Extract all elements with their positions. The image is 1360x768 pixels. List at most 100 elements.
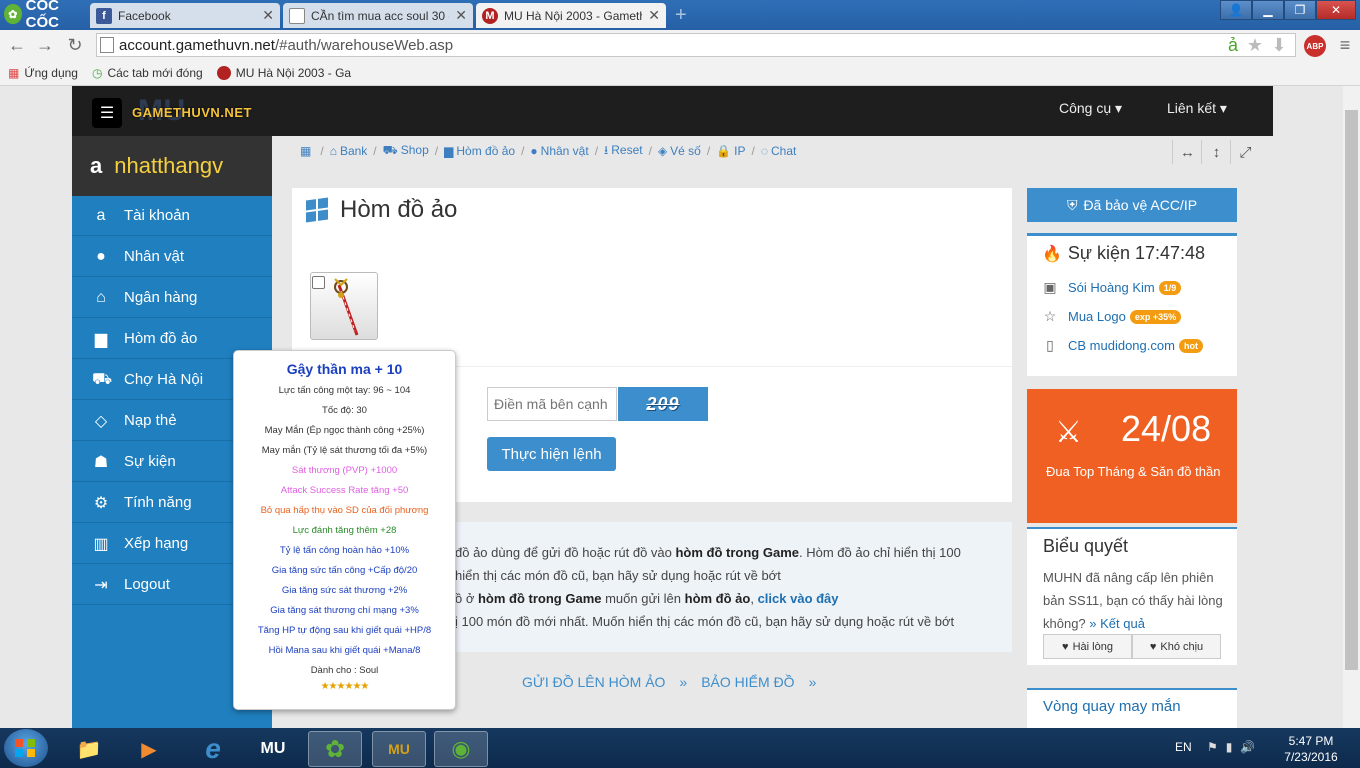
captcha-input[interactable] <box>487 387 617 421</box>
logout-icon: ⇥ <box>94 576 108 594</box>
breadcrumb-link-7[interactable]: 🔒 IP <box>716 144 745 158</box>
item-attribute: Tỷ lệ tấn công hoàn hảo +10% <box>279 545 410 556</box>
language-indicator[interactable]: EN <box>1175 740 1192 754</box>
lucky-wheel-link[interactable]: Vòng quay may mắn <box>1043 698 1181 715</box>
flag-icon[interactable]: ⚑ <box>1207 740 1218 754</box>
download-icon[interactable]: ⬇ <box>1268 34 1290 56</box>
facebook-icon: f <box>96 7 112 24</box>
protected-account-button[interactable]: ⛨ Đã bảo vệ ACC/IP <box>1027 188 1237 222</box>
cogs-icon: ⚙ <box>93 494 109 512</box>
briefcase-icon: ▆ <box>444 144 454 158</box>
close-icon[interactable]: ✕ <box>455 7 467 24</box>
mu-client-taskbar-icon[interactable]: MU <box>372 731 426 767</box>
minimize-button[interactable]: ▁ <box>1252 0 1284 20</box>
ie-taskbar-icon[interactable]: e <box>186 731 240 767</box>
close-window-button[interactable]: ✕ <box>1316 0 1356 20</box>
item-checkbox[interactable] <box>312 276 325 289</box>
explorer-taskbar-icon[interactable]: 📁 <box>62 731 116 767</box>
item-attribute: Gia tăng sức sát thương +2% <box>281 585 408 596</box>
breadcrumb-separator: / <box>521 144 525 158</box>
forward-icon[interactable]: → <box>34 34 56 56</box>
expand-vertical-icon[interactable]: ↕ <box>1201 140 1231 164</box>
android-icon: ☗ <box>93 453 109 471</box>
amazon-icon: a <box>90 153 103 178</box>
sidebar-item-0[interactable]: a Tài khoản <box>72 196 272 236</box>
breadcrumb-link-3[interactable]: ▆ Hòm đồ ảo <box>444 144 515 158</box>
volume-icon[interactable]: 🔊 <box>1240 740 1255 754</box>
poll-unsatisfied-button[interactable]: ♥ Khó chịu <box>1132 634 1221 659</box>
tab-facebook[interactable]: f Facebook ✕ <box>90 3 280 28</box>
menu-icon[interactable]: ≡ <box>1334 34 1356 56</box>
breadcrumb-separator: / <box>751 144 755 158</box>
reload-icon[interactable]: ↻ <box>64 34 86 56</box>
mu-game-taskbar-icon[interactable]: MU <box>246 731 300 767</box>
breadcrumb-link-6[interactable]: ◈ Vé số <box>658 144 701 158</box>
expand-horizontal-icon[interactable]: ↔ <box>1172 140 1202 164</box>
user-panel: a nhatthangv <box>72 136 272 196</box>
close-icon[interactable]: ✕ <box>262 7 274 24</box>
menu-links[interactable]: Liên kết ▾ <box>1167 100 1227 117</box>
user-icon[interactable]: 👤 <box>1220 0 1252 20</box>
close-icon[interactable]: ✕ <box>648 7 660 24</box>
back-icon[interactable]: ← <box>6 34 28 56</box>
breadcrumb-separator: / <box>648 144 652 158</box>
item-rating-stars: ★★★★★★ <box>320 681 370 692</box>
gift-icon: ▣ <box>1043 279 1057 295</box>
send-to-warehouse-link[interactable]: GỬI ĐỒ LÊN HÒM ẢO <box>522 674 665 690</box>
sidebar-item-2[interactable]: ⌂ Ngân hàng <box>72 278 272 318</box>
bookmark-apps[interactable]: ▦ Ứng dụng <box>8 66 78 80</box>
system-tray: ⚑ ▮ 🔊 <box>1207 740 1255 754</box>
new-tab-icon[interactable]: + <box>675 5 695 25</box>
sidebar-item-label: Sự kiện <box>124 453 176 470</box>
breadcrumb-separator: / <box>373 144 377 158</box>
info-line: ồ ở hòm đồ trong Game muốn gửi lên hòm đ… <box>455 591 839 606</box>
bookmark-mu[interactable]: MU Hà Nội 2003 - Ga <box>216 65 351 80</box>
menu-tools[interactable]: Công cụ ▾ <box>1059 100 1122 117</box>
bookmark-recent-tabs[interactable]: ◷ Các tab mới đóng <box>92 66 203 80</box>
restore-button[interactable]: ❐ <box>1284 0 1316 20</box>
breadcrumb-link-2[interactable]: ⛟ Shop <box>383 143 429 159</box>
fullscreen-icon[interactable]: ⤢ <box>1230 140 1260 164</box>
info-line: đồ ảo dùng để gửi đồ hoặc rút đồ vào hòm… <box>455 545 961 560</box>
user-icon: ● <box>96 247 106 265</box>
sidebar-item-1[interactable]: ● Nhân vật <box>72 237 272 277</box>
item-tooltip: Gậy thần ma + 10 Lực tấn công một tay: 9… <box>233 350 456 710</box>
click-here-link[interactable]: click vào đây <box>758 591 839 606</box>
tab-search[interactable]: CẦn tìm mua acc soul 30 c ✕ <box>283 3 473 28</box>
tab-mu-hanoi[interactable]: M MU Hà Nội 2003 - Gameth ✕ <box>476 3 666 28</box>
hamburger-menu-icon[interactable]: ☰ <box>92 98 122 128</box>
translate-icon[interactable]: ả <box>1222 34 1244 56</box>
breadcrumb-label: Reset <box>611 142 643 157</box>
event-item[interactable]: ▯ CB mudidong.com hot <box>1042 337 1203 354</box>
item-attribute: Bỏ qua hấp thụ vào SD của đối phương <box>260 505 429 516</box>
system-clock[interactable]: 5:47 PM 7/23/2016 <box>1276 733 1346 765</box>
breadcrumb-link-0[interactable]: ▦ <box>300 144 314 158</box>
insure-items-link[interactable]: BẢO HIỂM ĐỒ <box>701 674 794 690</box>
poll-title: Biểu quyết <box>1043 536 1129 556</box>
item-attribute: May Mắn (Ép ngọc thành công +25%) <box>264 425 425 436</box>
url-input[interactable]: account.gamethuvn.net/#auth/warehouseWeb… <box>96 33 1296 57</box>
breadcrumb-link-5[interactable]: ⭳ Reset <box>604 141 643 162</box>
breadcrumb-link-8[interactable]: ◌ Chat <box>761 144 797 158</box>
windows-icon <box>15 739 37 757</box>
network-app-taskbar-icon[interactable]: ◉ <box>434 731 488 767</box>
network-icon[interactable]: ▮ <box>1226 740 1233 754</box>
coccoc-taskbar-icon[interactable]: ✿ <box>308 731 362 767</box>
breadcrumb-link-1[interactable]: ⌂ Bank <box>330 144 368 158</box>
event-item[interactable]: ☆ Mua Logo exp +35% <box>1042 308 1182 325</box>
adblock-icon[interactable]: ABP <box>1304 35 1326 57</box>
start-button[interactable] <box>4 729 48 767</box>
scrollbar-thumb[interactable] <box>1345 110 1358 670</box>
breadcrumb-link-4[interactable]: ● Nhân vật <box>530 144 588 158</box>
info-line: hiển thị các món đồ cũ, bạn hãy sử dụng … <box>455 568 781 583</box>
event-date: 24/08 <box>1121 408 1212 449</box>
site-logo[interactable]: MU GAMETHUVN.NET <box>132 94 252 127</box>
poll-satisfied-button[interactable]: ♥ Hài lòng <box>1043 634 1132 659</box>
poll-results-link[interactable]: » Kết quả <box>1089 616 1145 631</box>
event-date-text: Đua Top Tháng & Săn đồ thần <box>1046 464 1221 479</box>
coccoc-menu-button[interactable]: ✿ CỐC CỐC <box>0 0 88 31</box>
star-icon[interactable]: ★ <box>1244 34 1266 56</box>
media-player-taskbar-icon[interactable]: ▶ <box>122 731 176 767</box>
event-item[interactable]: ▣ Sói Hoàng Kim 1/9 <box>1042 279 1182 296</box>
submit-command-button[interactable]: Thực hiện lệnh <box>487 437 616 471</box>
